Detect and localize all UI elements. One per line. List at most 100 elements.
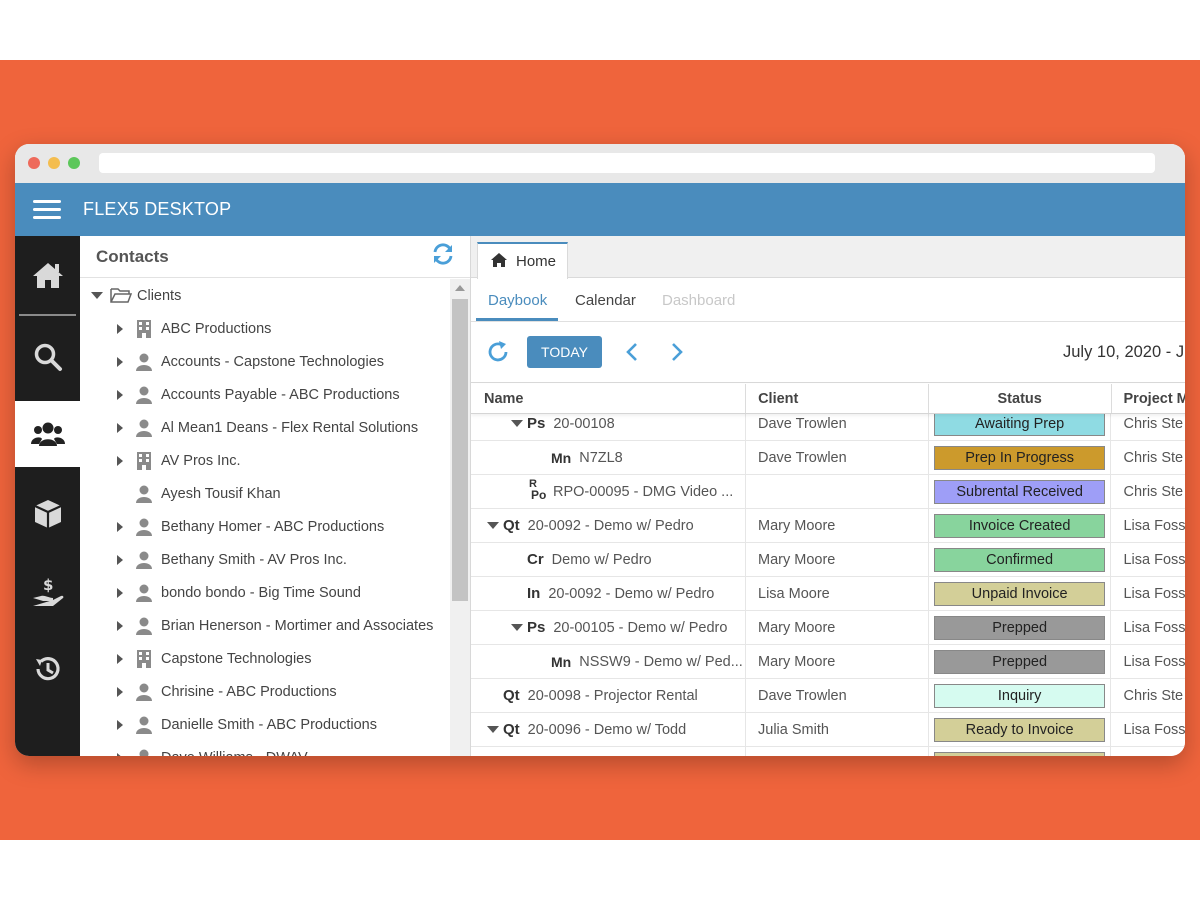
caret-right-icon[interactable] — [117, 554, 123, 565]
caret-right-icon[interactable] — [117, 455, 123, 466]
caret-right-icon[interactable] — [117, 356, 123, 367]
row-name: 20-0096 - Demo w/ Todd — [527, 721, 687, 738]
table-row[interactable]: Qt 20-0098 - Projector Rental Dave Trowlen… — [471, 679, 1185, 713]
contact-item[interactable]: Accounts Payable - ABC Productions — [80, 378, 451, 411]
tab-daybook[interactable]: Daybook — [488, 292, 547, 309]
column-client[interactable]: Client — [746, 384, 929, 413]
contact-item[interactable]: Danielle Smith - ABC Productions — [80, 708, 451, 741]
scroll-thumb[interactable] — [452, 299, 468, 601]
inventory-icon[interactable] — [15, 481, 80, 547]
caret-right-icon[interactable] — [117, 422, 123, 433]
chevron-left-icon[interactable] — [625, 342, 639, 367]
caret-right-icon[interactable] — [117, 587, 123, 598]
table-row[interactable]: Qt 20-0096 - Demo w/ Todd Julia Smith Ready… — [471, 713, 1185, 747]
caret-right-icon[interactable] — [117, 521, 123, 532]
person-icon — [136, 617, 152, 635]
contact-label: Accounts - Capstone Technologies — [161, 353, 385, 370]
scroll-up-icon[interactable] — [455, 285, 465, 291]
caret-down-icon[interactable] — [511, 624, 523, 631]
table-row[interactable]: Ps 20-00105 - Demo w/ Pedro Mary Moore Prep… — [471, 611, 1185, 645]
contacts-icon[interactable] — [15, 401, 80, 467]
caret-right-icon[interactable] — [117, 323, 123, 334]
contact-item[interactable]: Dave Williams - DWAV — [80, 741, 451, 756]
code-badge: Cr — [527, 551, 544, 568]
refresh-contacts-icon[interactable] — [432, 243, 454, 270]
finance-icon[interactable]: $ — [15, 559, 80, 625]
building-icon — [136, 319, 152, 338]
caret-right-icon[interactable] — [117, 620, 123, 631]
contact-item[interactable]: AV Pros Inc. — [80, 444, 451, 477]
row-client: Lisa Moore — [746, 577, 929, 610]
contact-item[interactable]: Brian Henerson - Mortimer and Associates — [80, 609, 451, 642]
contact-item[interactable]: Al Mean1 Deans - Flex Rental Solutions — [80, 411, 451, 444]
menu-icon[interactable] — [33, 195, 61, 224]
contact-label: Bethany Homer - ABC Productions — [161, 518, 385, 535]
contact-item[interactable]: Capstone Technologies — [80, 642, 451, 675]
table-row[interactable]: Mn NSSW9 - Demo w/ Ped... Mary Moore Preppe… — [471, 645, 1185, 679]
daybook-grid: Name Client Status Project M Ps 20-00108 D… — [471, 384, 1185, 756]
caret-down-icon[interactable] — [511, 420, 523, 427]
home-icon[interactable] — [15, 242, 80, 308]
caret-down-icon[interactable] — [91, 292, 103, 299]
row-project-manager: Lisa Foss — [1111, 543, 1185, 576]
tree-root-clients[interactable]: Clients — [80, 279, 451, 312]
caret-right-icon[interactable] — [117, 389, 123, 400]
row-project-manager: Lisa Foss — [1111, 611, 1185, 644]
caret-down-icon[interactable] — [487, 726, 499, 733]
row-project-manager: Chris Ste — [1111, 475, 1185, 508]
nav-divider — [19, 314, 76, 316]
contacts-scrollbar[interactable] — [450, 279, 470, 756]
column-name[interactable]: Name — [471, 384, 747, 413]
main-content: Home Daybook Calendar Dashboard TODAY Ju… — [471, 236, 1185, 756]
contact-item[interactable]: Bethany Smith - AV Pros Inc. — [80, 543, 451, 576]
table-row[interactable]: R Po RPO-00095 - DMG Video ... Subrental Re… — [471, 475, 1185, 509]
contact-label: Chrisine - ABC Productions — [161, 683, 337, 700]
table-row[interactable]: Cr Demo w/ Pedro Mary Moore Confirmed Lisa F… — [471, 543, 1185, 577]
chevron-right-icon[interactable] — [670, 342, 684, 367]
sub-tabs: Daybook Calendar Dashboard — [471, 278, 1185, 322]
table-row[interactable]: Qt 20-0092 - Demo w/ Pedro Mary Moore Invoi… — [471, 509, 1185, 543]
close-window-dot[interactable] — [28, 157, 40, 169]
row-client: Accounts Payable — [746, 747, 929, 756]
contact-item[interactable]: Chrisine - ABC Productions — [80, 675, 451, 708]
status-badge: Subrental Received — [934, 479, 1106, 504]
tab-home[interactable]: Home — [477, 242, 568, 279]
column-project-manager[interactable]: Project M — [1112, 384, 1186, 413]
contact-item[interactable]: bondo bondo - Big Time Sound — [80, 576, 451, 609]
today-button[interactable]: TODAY — [527, 336, 602, 368]
contact-label: Bethany Smith - AV Pros Inc. — [161, 551, 347, 568]
minimize-window-dot[interactable] — [48, 157, 60, 169]
search-icon[interactable] — [15, 324, 80, 390]
column-status[interactable]: Status — [929, 384, 1112, 413]
contact-label: Danielle Smith - ABC Productions — [161, 716, 377, 733]
contact-label: Al Mean1 Deans - Flex Rental Solutions — [161, 419, 419, 436]
table-row[interactable]: In 20-0092 - Demo w/ Pedro Lisa Moore Unpai… — [471, 577, 1185, 611]
browser-window: FLEX5 DESKTOP $ Contacts Clients ABC Pro… — [15, 144, 1185, 756]
code-badge: Ps — [527, 415, 546, 432]
person-icon — [136, 584, 152, 602]
contact-item[interactable]: ABC Productions — [80, 312, 451, 345]
tab-dashboard[interactable]: Dashboard — [662, 292, 735, 309]
caret-right-icon[interactable] — [117, 719, 123, 730]
row-project-manager: Lisa Foss — [1111, 645, 1185, 678]
tab-calendar[interactable]: Calendar — [575, 292, 636, 309]
code-badge: Ps — [527, 619, 546, 636]
status-badge: Invoice Created — [934, 513, 1106, 538]
contact-label: Accounts Payable - ABC Productions — [161, 386, 400, 403]
contact-item[interactable]: Bethany Homer - ABC Productions — [80, 510, 451, 543]
status-badge: Unpaid Invoice — [934, 751, 1106, 756]
refresh-icon[interactable] — [486, 340, 510, 369]
maximize-window-dot[interactable] — [68, 157, 80, 169]
contact-item[interactable]: Ayesh Tousif Khan — [80, 477, 451, 510]
table-row[interactable]: Mn N7ZL8 Dave Trowlen Prep In Progress Chris… — [471, 441, 1185, 475]
status-badge: Confirmed — [934, 547, 1106, 572]
caret-right-icon[interactable] — [117, 752, 123, 756]
caret-down-icon[interactable] — [487, 522, 499, 529]
table-row[interactable]: In 20-0096 - Demo w/ Todd Accounts Payable… — [471, 747, 1185, 756]
status-badge: Inquiry — [934, 683, 1106, 708]
history-icon[interactable] — [15, 636, 80, 702]
caret-right-icon[interactable] — [117, 653, 123, 664]
contact-item[interactable]: Accounts - Capstone Technologies — [80, 345, 451, 378]
caret-right-icon[interactable] — [117, 686, 123, 697]
address-bar[interactable] — [99, 153, 1155, 173]
